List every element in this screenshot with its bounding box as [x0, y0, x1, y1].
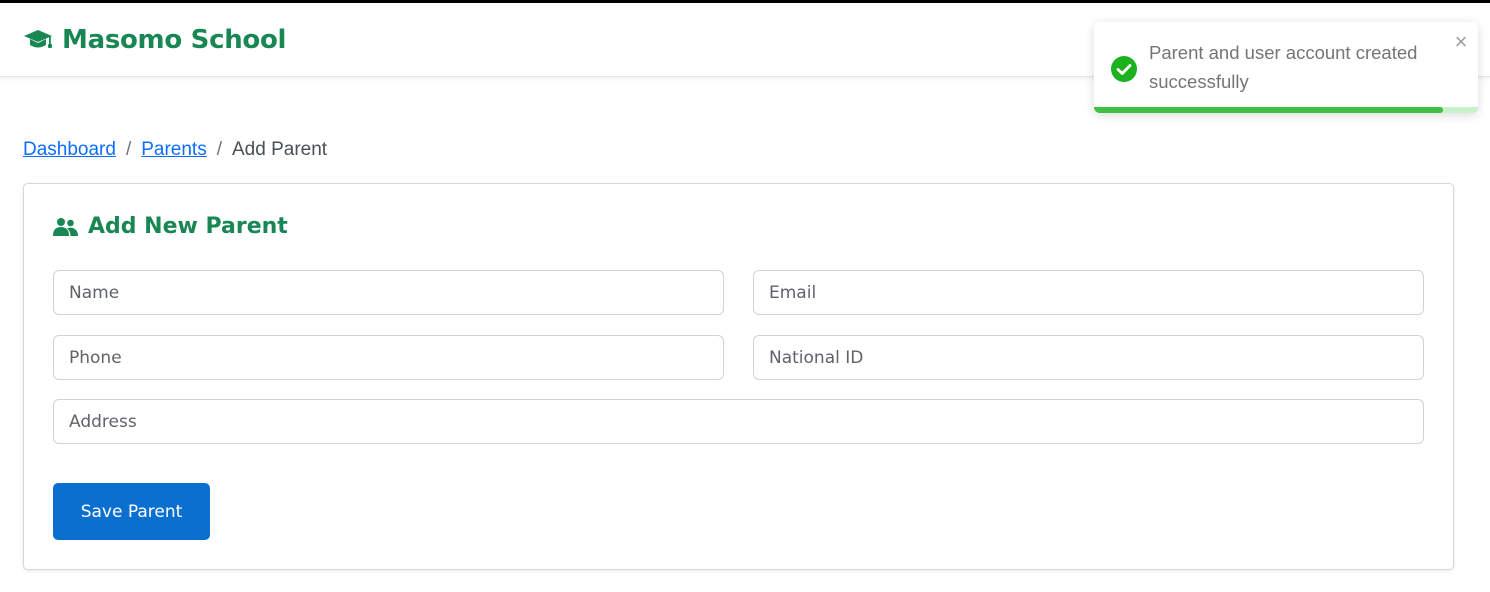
brand-name: Masomo School	[62, 25, 287, 55]
close-icon[interactable]: ×	[1452, 31, 1470, 53]
users-icon	[53, 217, 78, 236]
email-field[interactable]	[753, 270, 1424, 315]
toast-progress-track	[1094, 107, 1478, 113]
address-field[interactable]	[53, 399, 1424, 444]
save-parent-button[interactable]: Save Parent	[53, 483, 210, 540]
check-circle-icon	[1111, 56, 1137, 82]
name-field[interactable]	[53, 270, 724, 315]
card-header: Add New Parent	[53, 214, 288, 239]
success-toast: Parent and user account created successf…	[1094, 22, 1478, 113]
breadcrumb-parents-link[interactable]: Parents	[141, 139, 206, 161]
add-parent-card: Add New Parent Save Parent	[23, 183, 1454, 570]
brand-link[interactable]: Masomo School	[23, 25, 286, 55]
graduation-cap-icon	[24, 30, 52, 48]
phone-field[interactable]	[53, 335, 724, 380]
breadcrumb-separator: /	[216, 139, 222, 160]
breadcrumb-current-page: Add Parent	[232, 139, 328, 160]
national-id-field[interactable]	[753, 335, 1424, 380]
breadcrumb-dashboard-link[interactable]: Dashboard	[23, 139, 116, 161]
toast-progress-bar	[1094, 107, 1444, 113]
breadcrumb: Dashboard / Parents / Add Parent	[23, 139, 327, 161]
form-title: Add New Parent	[88, 214, 288, 239]
toast-message: Parent and user account created successf…	[1149, 42, 1418, 92]
breadcrumb-separator: /	[125, 139, 132, 160]
